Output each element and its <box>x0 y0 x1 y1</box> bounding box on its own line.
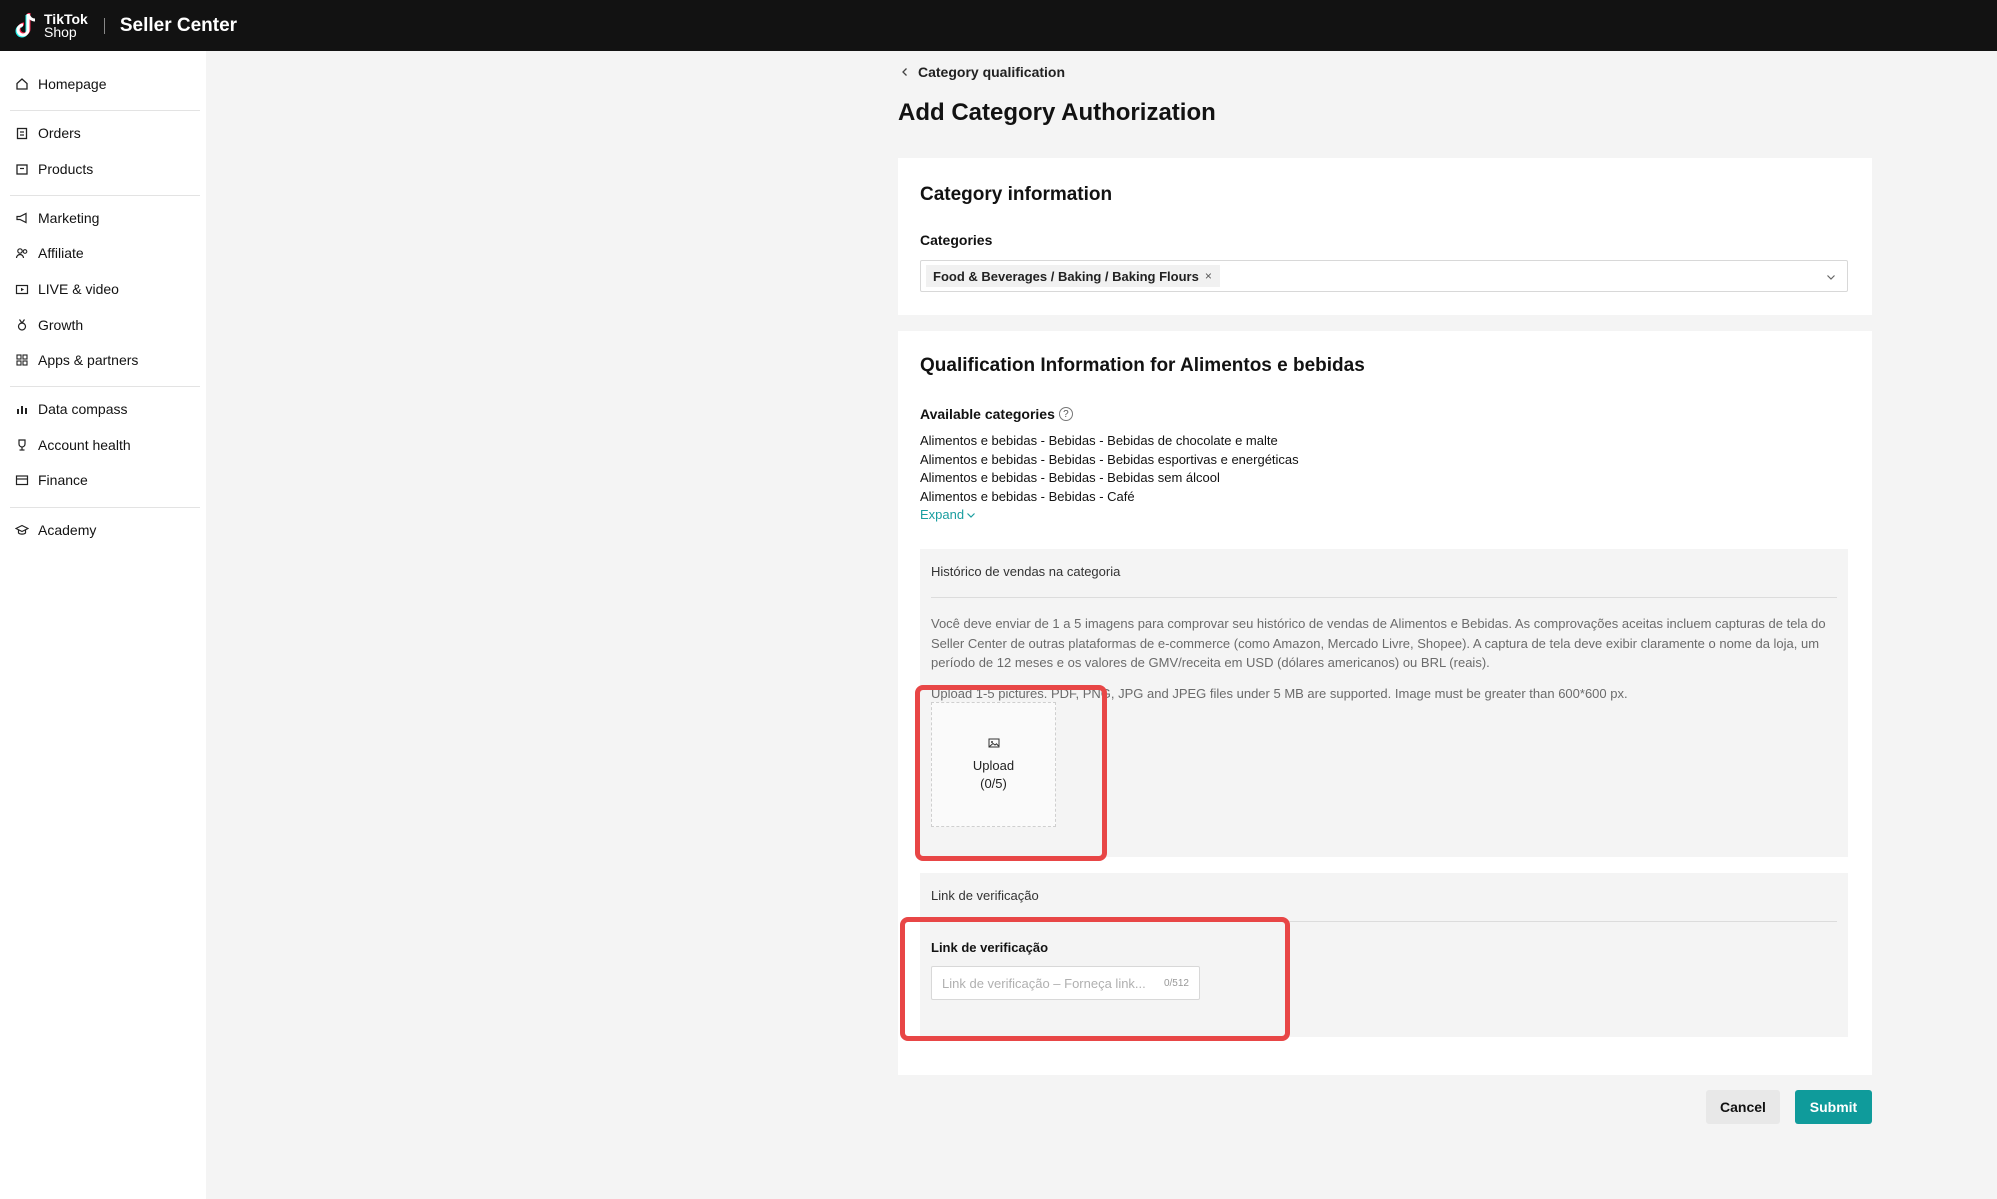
sidebar-item-products[interactable]: Products <box>14 158 93 180</box>
sidebar-item-label: Apps & partners <box>38 352 139 368</box>
back-link-label: Category qualification <box>918 64 1066 80</box>
sales-history-panel: Histórico de vendas na categoria Você de… <box>920 549 1848 857</box>
header-divider <box>103 17 105 34</box>
upload-hint: Upload 1-5 pictures. PDF, PNG, JPG and J… <box>931 686 1628 701</box>
megaphone-icon <box>14 210 30 226</box>
verification-section-title: Link de verificação <box>931 888 1039 903</box>
image-icon <box>988 738 999 747</box>
top-bar: TikTok Shop Seller Center <box>0 0 1997 51</box>
sidebar-divider <box>10 386 200 387</box>
home-icon <box>14 76 30 92</box>
verification-link-input[interactable] <box>942 975 1152 991</box>
graduation-cap-icon <box>14 522 30 538</box>
verification-field-label: Link de verificação <box>931 940 1049 955</box>
panel-divider <box>931 921 1837 922</box>
qualification-title: Qualification Information for Alimentos … <box>920 355 1365 376</box>
sidebar-item-homepage[interactable]: Homepage <box>14 73 107 95</box>
sidebar-item-account-health[interactable]: Account health <box>14 434 131 456</box>
logo-line-2: Shop <box>44 23 77 40</box>
submit-button[interactable]: Submit <box>1795 1090 1872 1124</box>
sidebar-item-label: Growth <box>38 317 84 333</box>
tiktok-logo-icon <box>14 11 40 41</box>
sidebar-item-label: Orders <box>38 125 81 141</box>
logo-wordmark: TikTok Shop <box>44 12 88 40</box>
chevron-down-icon <box>967 512 976 518</box>
sidebar-item-affiliate[interactable]: Affiliate <box>14 242 84 264</box>
grid-icon <box>14 352 30 368</box>
upload-label: Upload <box>972 757 1015 773</box>
upload-button[interactable]: Upload (0/5) <box>931 702 1056 827</box>
categories-label: Categories <box>920 232 993 248</box>
expand-link[interactable]: Expand <box>920 507 976 522</box>
chevron-left-icon <box>902 68 907 76</box>
tiktok-shop-logo[interactable]: TikTok Shop <box>14 11 88 41</box>
sidebar-item-live-video[interactable]: LIVE & video <box>14 278 119 300</box>
category-information-card: Category information Categories Food & B… <box>898 158 1872 315</box>
clipboard-icon <box>14 125 30 141</box>
selected-category-tag: Food & Beverages / Baking / Baking Flour… <box>926 265 1220 287</box>
remove-tag-icon[interactable]: × <box>1205 269 1212 283</box>
sales-history-description: Você deve enviar de 1 a 5 imagens para c… <box>931 616 1826 670</box>
panel-divider <box>931 597 1837 598</box>
character-counter: 0/512 <box>1163 978 1189 989</box>
help-icon[interactable]: ? <box>1058 407 1073 421</box>
available-categories-text: Available categories <box>920 406 1055 422</box>
list-item: Alimentos e bebidas - Bebidas - Bebidas … <box>920 451 1299 467</box>
sidebar-item-finance[interactable]: Finance <box>14 469 88 491</box>
upload-count: (0/5) <box>980 775 1007 791</box>
categories-select[interactable]: Food & Beverages / Baking / Baking Flour… <box>920 260 1848 292</box>
sidebar-item-orders[interactable]: Orders <box>14 122 81 144</box>
qualification-card: Qualification Information for Alimentos … <box>898 331 1872 1075</box>
sidebar-item-label: LIVE & video <box>38 281 119 297</box>
back-link[interactable]: Category qualification <box>900 64 1065 80</box>
sidebar-item-label: Homepage <box>38 76 107 92</box>
sidebar-item-marketing[interactable]: Marketing <box>14 207 99 229</box>
sidebar-item-label: Academy <box>38 522 97 538</box>
available-categories-list: Alimentos e bebidas - Bebidas - Bebidas … <box>920 432 1299 506</box>
trophy-icon <box>14 437 30 453</box>
app-title: Seller Center <box>119 14 238 36</box>
sidebar: Homepage Orders Products Marketing Affil… <box>0 51 206 1199</box>
wallet-icon <box>14 472 30 488</box>
list-item: Alimentos e bebidas - Bebidas - Bebidas … <box>920 470 1220 485</box>
sidebar-item-label: Data compass <box>38 401 128 417</box>
sidebar-item-label: Products <box>38 161 94 177</box>
users-icon <box>14 245 30 261</box>
sidebar-item-academy[interactable]: Academy <box>14 519 96 541</box>
chevron-down-icon <box>1827 275 1835 280</box>
available-categories-label: Available categories ? <box>920 406 1073 422</box>
sales-history-title: Histórico de vendas na categoria <box>931 564 1121 579</box>
verification-link-field[interactable]: 0/512 <box>931 966 1200 1000</box>
list-item: Alimentos e bebidas - Bebidas - Café <box>920 488 1135 504</box>
sidebar-item-growth[interactable]: Growth <box>14 314 83 336</box>
category-information-title: Category information <box>920 184 1113 205</box>
sidebar-item-label: Affiliate <box>38 245 84 261</box>
box-icon <box>14 161 30 177</box>
medal-icon <box>14 317 30 333</box>
bar-chart-icon <box>14 401 30 417</box>
selected-category-text: Food & Beverages / Baking / Baking Flour… <box>933 268 1199 284</box>
verification-link-panel: Link de verificação Link de verificação … <box>920 873 1848 1037</box>
expand-label: Expand <box>920 507 965 522</box>
sidebar-item-label: Account health <box>38 437 131 453</box>
sidebar-divider <box>10 195 200 196</box>
sidebar-divider <box>10 110 200 111</box>
sidebar-item-data-compass[interactable]: Data compass <box>14 398 127 420</box>
cancel-button[interactable]: Cancel <box>1706 1090 1780 1124</box>
list-item: Alimentos e bebidas - Bebidas - Bebidas … <box>920 433 1278 448</box>
sidebar-divider <box>10 507 200 508</box>
page-title: Add Category Authorization <box>898 99 1216 126</box>
sidebar-item-apps-partners[interactable]: Apps & partners <box>14 349 138 371</box>
sidebar-item-label: Marketing <box>38 210 100 226</box>
sidebar-item-label: Finance <box>38 472 88 488</box>
video-icon <box>14 281 30 297</box>
